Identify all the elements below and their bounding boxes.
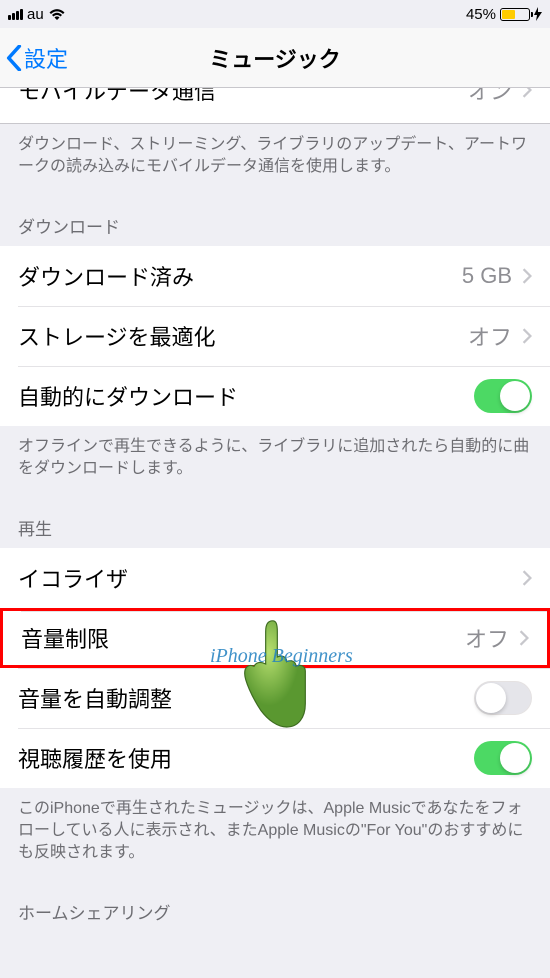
download-group: ダウンロード済み 5 GB ストレージを最適化 オフ 自動的にダウンロード [0,246,550,426]
charging-icon [534,7,542,21]
chevron-right-icon [522,570,532,586]
optimize-storage-cell[interactable]: ストレージを最適化 オフ [0,306,550,366]
volume-limit-cell[interactable]: 音量制限 オフ [0,608,550,668]
nav-bar: 設定 ミュージック [0,28,550,88]
auto-download-cell: 自動的にダウンロード [0,366,550,426]
downloaded-cell[interactable]: ダウンロード済み 5 GB [0,246,550,306]
truncated-group: モバイルデータ通信 オン [0,88,550,124]
chevron-right-icon [522,88,532,98]
download-header: ダウンロード [0,193,550,246]
battery-percent: 45% [466,6,496,23]
use-history-toggle[interactable] [474,741,532,775]
cell-value: オフ [468,320,512,352]
cell-label: モバイルデータ通信 [18,88,468,106]
chevron-right-icon [522,268,532,284]
sound-check-cell: 音量を自動調整 [0,668,550,728]
cell-label: イコライザ [18,562,522,594]
mobile-data-cell[interactable]: モバイルデータ通信 オン [0,88,550,120]
nav-title: ミュージック [209,42,341,74]
wifi-icon [48,8,66,21]
chevron-right-icon [522,328,532,344]
cell-value: オン [468,88,512,106]
status-right: 45% [466,6,542,23]
chevron-right-icon [519,630,529,646]
cell-label: 視聴履歴を使用 [18,742,474,774]
battery-icon [500,8,530,21]
back-button[interactable]: 設定 [6,42,68,74]
playback-group: イコライザ 音量制限 オフ 音量を自動調整 視聴履歴を使用 [0,548,550,788]
cell-value: 5 GB [462,263,512,289]
cell-label: ダウンロード済み [18,260,462,292]
carrier: au [27,6,44,23]
auto-download-toggle[interactable] [474,379,532,413]
signal-icon [8,9,23,20]
offline-footer: オフラインで再生できるように、ライブラリに追加されたら自動的に曲をダウンロードし… [0,426,550,495]
playback-header: 再生 [0,495,550,548]
mobile-data-footer: ダウンロード、ストリーミング、ライブラリのアップデート、アートワークの読み込みに… [0,124,550,193]
equalizer-cell[interactable]: イコライザ [0,548,550,608]
home-sharing-header: ホームシェアリング [0,879,550,924]
sound-check-toggle[interactable] [474,681,532,715]
use-history-cell: 視聴履歴を使用 [0,728,550,788]
cell-label: ストレージを最適化 [18,320,468,352]
back-label: 設定 [24,42,68,74]
cell-label: 音量制限 [21,622,465,654]
cell-label: 自動的にダウンロード [18,380,474,412]
cell-label: 音量を自動調整 [18,682,474,714]
status-bar: au 45% [0,0,550,28]
cell-value: オフ [465,622,509,654]
status-left: au [8,6,66,23]
history-footer: このiPhoneで再生されたミュージックは、Apple Musicであなたをフォ… [0,788,550,879]
chevron-left-icon [6,45,22,71]
